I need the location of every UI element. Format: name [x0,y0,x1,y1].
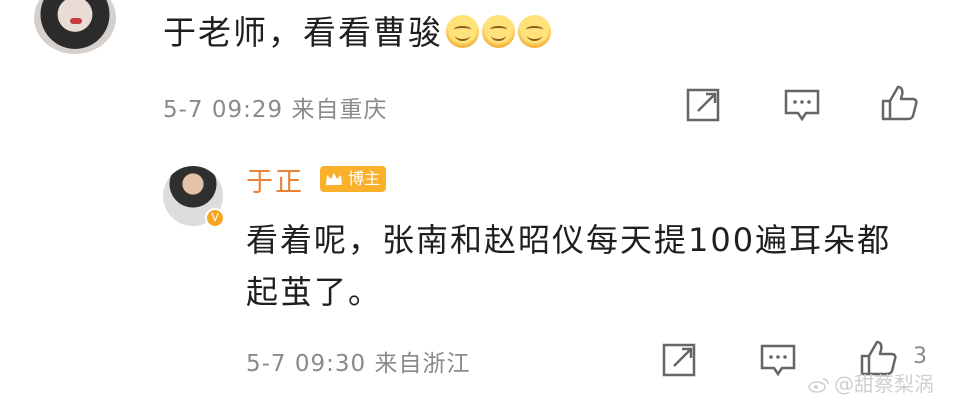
share-icon[interactable] [684,85,724,125]
like-icon[interactable] [879,83,919,123]
reply-meta: 5-7 09:30 来自浙江 [246,351,471,377]
smile-icon [482,15,515,48]
crown-icon [326,173,342,185]
reply-author[interactable]: 于正 [246,160,304,199]
comment-text-body: 于老师，看看曹骏 [163,13,443,52]
comment-meta: 5-7 09:29 来自重庆 [163,97,388,123]
comment: 于老师，看看曹骏 5-7 09:29 来自重庆 [0,0,960,140]
share-icon[interactable] [660,340,700,380]
reply-text: 看着呢，张南和赵昭仪每天提100遍耳朵都起茧了。 [246,221,892,311]
blogger-badge-label: 博主 [348,169,381,188]
weibo-logo-icon [808,378,829,393]
blogger-badge: 博主 [320,166,387,192]
reply: V 于正 博主 看着呢，张南和赵昭仪每天提100遍耳朵都起茧了。 [0,150,960,403]
smile-icon [518,15,551,48]
watermark-text: @甜蔡梨涡 [834,372,934,396]
comment-icon[interactable] [782,85,822,125]
comment-icon[interactable] [758,340,798,380]
verified-icon: V [205,208,225,228]
watermark: @甜蔡梨涡 [808,368,934,397]
commenter-avatar[interactable] [34,0,116,54]
comment-text: 于老师，看看曹骏 [163,6,551,54]
like-count: 3 [913,344,927,369]
smile-icon [446,15,479,48]
